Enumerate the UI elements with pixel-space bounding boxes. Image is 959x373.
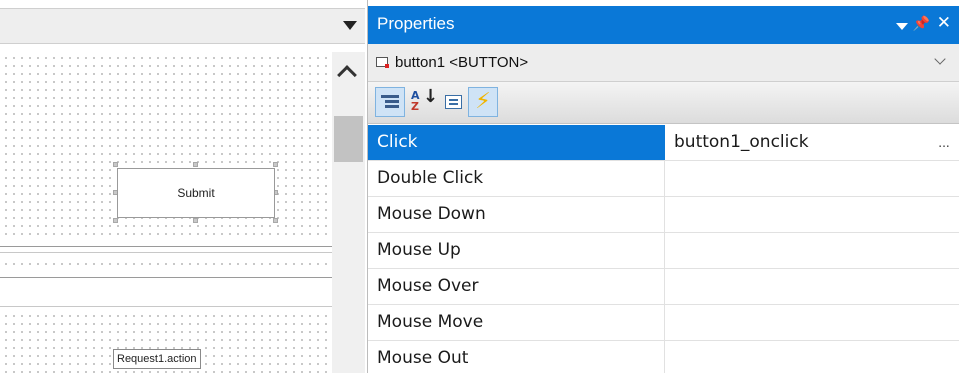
event-name[interactable]: Mouse Over — [368, 269, 665, 304]
event-handler-value[interactable] — [666, 305, 959, 340]
button-control-icon — [376, 57, 389, 68]
selection-handle[interactable] — [273, 162, 278, 167]
selection-handle[interactable] — [273, 218, 278, 223]
vertical-scrollbar[interactable] — [332, 52, 365, 373]
properties-page-icon — [444, 95, 462, 109]
request-action-label[interactable]: Request1.action — [113, 349, 201, 369]
event-row-mouse-down[interactable]: Mouse Down — [368, 197, 959, 233]
alphabetical-sort-icon: A Z ↓ — [411, 86, 439, 113]
selected-object-label: button1 <BUTTON> — [395, 54, 529, 71]
scroll-up-icon[interactable] — [337, 65, 357, 85]
categorized-button[interactable] — [375, 87, 405, 117]
section-divider — [0, 246, 332, 247]
event-row-mouse-up[interactable]: Mouse Up — [368, 233, 959, 269]
event-name[interactable]: Double Click — [368, 161, 665, 196]
event-row-mouse-move[interactable]: Mouse Move — [368, 305, 959, 341]
properties-title-bar: Properties 📌 ✕ — [368, 6, 959, 44]
properties-panel: Properties 📌 ✕ button1 <BUTTON> AZ↓ ⚡ — [367, 0, 959, 373]
selection-handle[interactable] — [193, 218, 198, 223]
ellipsis-button[interactable]: ... — [934, 134, 954, 152]
submit-button[interactable]: Submit — [117, 168, 275, 218]
selection-handle[interactable] — [193, 162, 198, 167]
event-handler-value[interactable] — [666, 269, 959, 304]
chevron-down-icon[interactable] — [934, 53, 946, 65]
event-grid: Click button1_onclick ... Double Click M… — [368, 125, 959, 373]
section-divider — [0, 277, 332, 278]
event-handler-value[interactable] — [666, 233, 959, 268]
events-button[interactable]: ⚡ — [468, 87, 498, 117]
selection-handle[interactable] — [113, 162, 118, 167]
designer-header-bar — [0, 8, 365, 44]
design-grid — [0, 258, 332, 270]
dropdown-arrow-icon[interactable] — [343, 21, 357, 30]
section-divider — [0, 306, 332, 307]
event-name[interactable]: Mouse Move — [368, 305, 665, 340]
section-divider — [0, 252, 332, 253]
event-row-double-click[interactable]: Double Click — [368, 161, 959, 197]
lightning-events-icon: ⚡ — [475, 89, 491, 114]
event-name[interactable]: Click — [368, 125, 665, 160]
window-dropdown-icon[interactable] — [896, 23, 908, 30]
event-row-click[interactable]: Click button1_onclick ... — [368, 125, 959, 161]
alphabetical-button[interactable]: A Z ↓ — [407, 86, 439, 117]
event-row-mouse-over[interactable]: Mouse Over — [368, 269, 959, 305]
event-handler-value[interactable]: button1_onclick — [666, 125, 959, 160]
event-handler-value[interactable] — [666, 341, 959, 373]
selection-handle[interactable] — [113, 218, 118, 223]
event-row-mouse-out[interactable]: Mouse Out — [368, 341, 959, 373]
close-icon[interactable]: ✕ — [937, 13, 951, 33]
event-name[interactable]: Mouse Down — [368, 197, 665, 232]
scrollbar-thumb[interactable] — [334, 116, 363, 162]
object-selector-dropdown[interactable]: button1 <BUTTON> — [368, 44, 959, 82]
properties-toolbar: A Z ↓ ⚡ — [368, 82, 959, 124]
pin-icon[interactable]: 📌 — [913, 16, 930, 32]
event-name[interactable]: Mouse Up — [368, 233, 665, 268]
properties-button[interactable] — [438, 87, 468, 117]
form-designer[interactable]: Submit Request1.action — [0, 0, 365, 373]
categorized-icon — [381, 94, 399, 110]
event-handler-value[interactable] — [666, 161, 959, 196]
event-handler-value[interactable] — [666, 197, 959, 232]
event-name[interactable]: Mouse Out — [368, 341, 665, 373]
panel-title: Properties — [377, 14, 455, 33]
